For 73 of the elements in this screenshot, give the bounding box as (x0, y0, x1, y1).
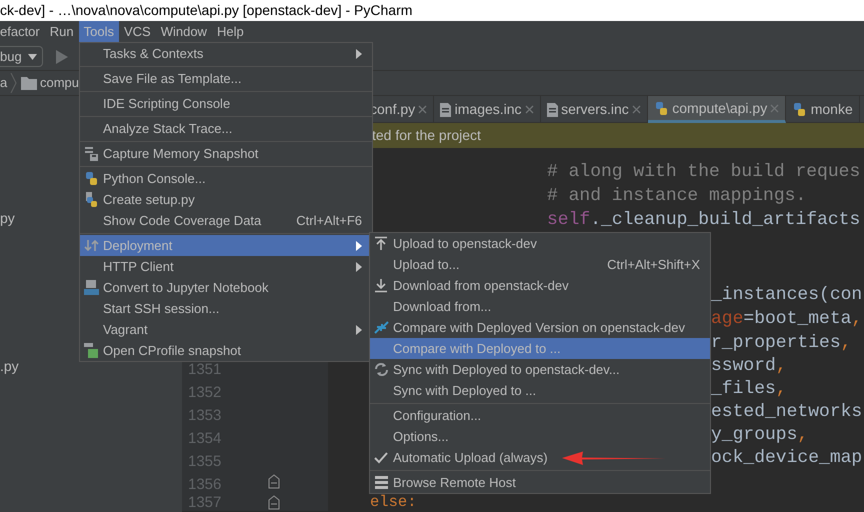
menu-bar-item[interactable]: VCS (118, 21, 156, 42)
code-line: ssword, (711, 355, 787, 378)
close-icon[interactable] (524, 105, 534, 114)
code-line: _files, (711, 378, 787, 402)
memory-icon (84, 146, 99, 161)
menu-bar-item[interactable]: efactor (0, 21, 45, 42)
menu-item[interactable]: Open CProfile snapshot (80, 340, 372, 361)
menu-item[interactable]: Upload to... Ctrl+Alt+Shift+X (370, 254, 710, 275)
upload-icon (374, 236, 389, 251)
menu-item[interactable]: Tasks & Contexts (80, 43, 372, 64)
code-line: r_properties, (711, 332, 852, 355)
python-icon (84, 171, 99, 186)
code-line: else: (370, 494, 417, 511)
code-line: _instances(con (711, 284, 862, 307)
menu-item[interactable]: Analyze Stack Trace... (80, 118, 372, 139)
menu-item[interactable]: Configuration... (370, 405, 710, 426)
menu-item[interactable]: Vagrant (80, 319, 372, 340)
close-icon[interactable] (632, 105, 641, 114)
file-icon (546, 102, 558, 116)
menu-item[interactable]: Options... (370, 426, 710, 447)
menu-item[interactable]: Create setup.py (80, 189, 372, 210)
server-icon (374, 475, 389, 490)
python-icon (654, 100, 669, 116)
menu-item[interactable]: Python Console... (80, 168, 372, 189)
fold-icon[interactable] (268, 474, 280, 490)
breadcrumb-item[interactable]: compu (40, 73, 80, 93)
file-icon (440, 102, 452, 116)
menu-item[interactable]: Show Code Coverage Data Ctrl+Alt+F6 (80, 210, 372, 231)
compare-icon (374, 320, 389, 335)
menu-item[interactable]: Compare with Deployed Version on openstack-dev (370, 317, 710, 338)
menu-bar-item[interactable]: Window (156, 21, 212, 42)
menu-item[interactable]: Download from... (370, 296, 710, 317)
shortcut-label: Ctrl+Alt+F6 (296, 212, 362, 230)
menu-item[interactable]: Upload to openstack-dev (370, 233, 710, 254)
fold-icon[interactable] (268, 494, 280, 510)
profile-icon (84, 343, 99, 358)
close-icon[interactable] (418, 105, 428, 114)
menu-item[interactable]: Download from openstack-dev (370, 275, 710, 296)
menu-item[interactable]: Sync with Deployed to ... (370, 380, 710, 401)
shortcut-label: Ctrl+Alt+Shift+X (607, 256, 700, 274)
code-line: ock_device_map (711, 447, 862, 470)
python-file-icon (84, 192, 99, 207)
run-icon[interactable] (56, 50, 68, 64)
menu-item[interactable]: Browse Remote Host (370, 472, 710, 493)
notebook-icon (84, 280, 99, 295)
python-icon (792, 102, 808, 117)
code-line: # along with the build reques (547, 161, 860, 184)
menu-item[interactable]: Automatic Upload (always) (370, 447, 710, 468)
close-icon[interactable] (770, 104, 780, 112)
code-line: age=boot_meta, (711, 308, 862, 331)
code-line: self._cleanup_build_artifacts (547, 209, 860, 232)
menu-item[interactable]: IDE Scripting Console (80, 93, 372, 114)
folder-icon (20, 76, 37, 90)
chevron-icon (10, 73, 18, 93)
code-line: y_groups, (711, 424, 808, 448)
breadcrumb-item[interactable]: a (0, 73, 8, 93)
menu-bar-item[interactable]: Run (44, 21, 79, 42)
caret-icon (28, 54, 38, 60)
menu-item[interactable]: Capture Memory Snapshot (80, 143, 372, 164)
menu-item[interactable]: Sync with Deployed to openstack-dev... (370, 359, 710, 380)
download-icon (374, 278, 389, 293)
menu-item[interactable]: Save File as Template... (80, 68, 372, 89)
menu-item[interactable]: Convert to Jupyter Notebook (80, 277, 372, 298)
window-title: ck-dev] - …\nova\nova\compute\api.py [openstack-dev] - PyCharm (0, 0, 864, 21)
menu-item[interactable]: HTTP Client (80, 256, 372, 277)
menu-bar-item[interactable]: Help (212, 21, 249, 42)
editor-tab[interactable]: compute\api.py (648, 96, 786, 123)
transfer-icon (84, 238, 99, 253)
code-line: # and instance mappings. (547, 185, 806, 208)
configuration-dropdown[interactable]: bug (0, 46, 44, 67)
menu-item[interactable]: Start SSH session... (80, 298, 372, 319)
sync-icon (374, 362, 389, 377)
code-line: ested_networks (711, 401, 862, 424)
